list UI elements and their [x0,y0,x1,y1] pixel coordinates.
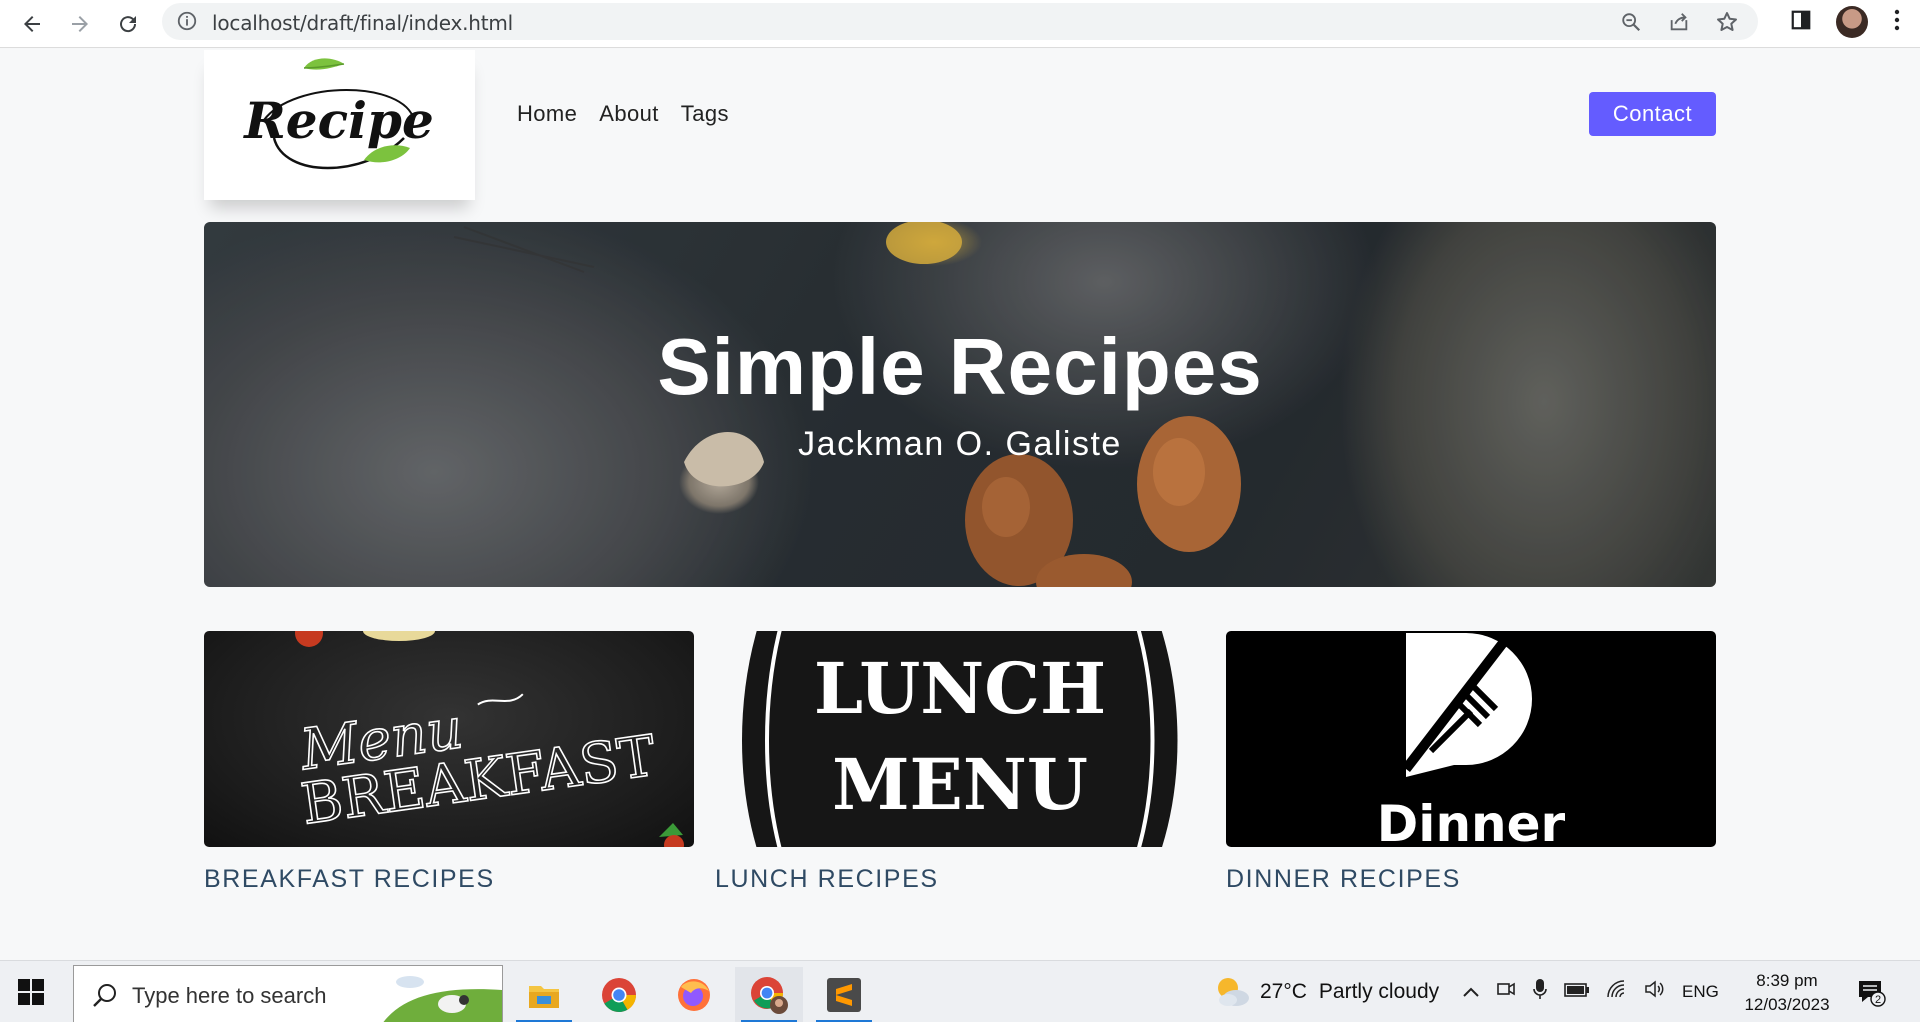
hero-title: Simple Recipes [657,322,1263,411]
notification-center-icon[interactable]: 2 [1856,977,1886,1007]
taskbar-file-explorer[interactable] [510,967,578,1022]
breakfast-menu-image[interactable]: Menu BREAKFAST [204,631,694,847]
profile-avatar[interactable] [1836,6,1868,38]
partly-cloudy-icon [1218,978,1249,1006]
breakfast-caption[interactable]: BREAKFAST RECIPES [204,865,694,894]
taskbar-sublime-text[interactable] [810,967,878,1022]
share-icon[interactable] [1666,10,1692,34]
hero-banner: Simple Recipes Jackman O. Galiste [204,222,1716,587]
windows-taskbar: Type here to search 27°C Partly cloudy E… [0,960,1920,1022]
zoom-icon[interactable] [1618,10,1644,34]
network-wifi-icon[interactable] [1606,979,1628,1005]
svg-text:Recipe: Recipe [242,91,434,150]
browser-toolbar: localhost/draft/final/index.html [0,0,1920,48]
battery-icon[interactable] [1564,980,1590,1004]
system-clock[interactable]: 8:39 pm 12/03/2023 [1732,969,1842,1017]
search-highlight-image [382,966,502,1022]
web-page: Recipe Home About Tags Contact Simple Re… [0,49,1920,960]
back-button[interactable] [16,8,48,40]
side-panel-icon[interactable] [1790,9,1812,36]
notification-count: 2 [1875,994,1881,1006]
taskbar-search-box[interactable]: Type here to search [73,965,503,1022]
search-icon [93,984,116,1007]
dinner-caption[interactable]: DINNER RECIPES [1226,865,1716,894]
svg-text:LUNCH: LUNCH [814,647,1106,730]
forward-button[interactable] [64,8,96,40]
taskbar-chrome-profile[interactable] [735,967,803,1022]
system-tray-icons: ENG [1462,961,1719,1022]
svg-text:MENU: MENU [832,743,1088,826]
weather-temperature: 27°C [1260,980,1307,1003]
chrome-profile-icon [751,977,788,1014]
svg-text:Dinner: Dinner [1377,795,1566,847]
firefox-icon [678,979,710,1011]
search-placeholder[interactable]: Type here to search [132,983,326,1009]
address-bar[interactable]: localhost/draft/final/index.html [162,3,1758,40]
recipe-logo-icon: Recipe [242,58,434,170]
clock-date: 12/03/2023 [1744,995,1830,1014]
language-indicator[interactable]: ENG [1682,982,1719,1002]
file-explorer-icon [529,986,559,1008]
site-info-icon[interactable] [176,10,198,32]
lunch-menu-image[interactable]: LUNCH MENU [715,631,1205,847]
back-arrow-icon [24,16,40,32]
windows-start-icon[interactable] [18,979,44,1005]
forward-arrow-icon [72,16,88,32]
dinner-menu-image[interactable]: Dinner [1226,631,1716,847]
reload-icon [120,16,137,33]
breakfast-card[interactable]: Menu BREAKFAST BREAKFAST RECIPES [204,631,694,894]
contact-button[interactable]: Contact [1589,92,1716,136]
url-text[interactable]: localhost/draft/final/index.html [212,11,513,35]
nav-about-link[interactable]: About [599,101,659,127]
reload-button[interactable] [112,8,144,40]
lunch-caption[interactable]: LUNCH RECIPES [715,865,1205,894]
taskbar-chrome[interactable] [585,967,653,1022]
hero-subtitle: Jackman O. Galiste [798,425,1122,463]
weather-widget[interactable]: 27°C Partly cloudy [1212,961,1439,1022]
dinner-card[interactable]: Dinner DINNER RECIPES [1226,631,1716,894]
meet-now-icon[interactable] [1496,979,1516,1005]
chrome-icon [602,978,636,1012]
nav-tags-link[interactable]: Tags [681,101,729,127]
sublime-text-icon [827,978,861,1012]
main-nav: Home About Tags [517,101,729,127]
lunch-card[interactable]: LUNCH MENU LUNCH RECIPES [715,631,1205,894]
volume-icon[interactable] [1644,979,1666,1005]
nav-home-link[interactable]: Home [517,101,577,127]
show-hidden-icons-chevron-icon[interactable] [1462,980,1480,1004]
weather-description: Partly cloudy [1318,980,1440,1003]
site-logo[interactable]: Recipe [204,50,475,200]
more-menu-icon[interactable] [1892,8,1902,37]
taskbar-firefox[interactable] [660,967,728,1022]
clock-time: 8:39 pm [1756,971,1818,990]
bookmark-star-icon[interactable] [1714,10,1740,34]
microphone-icon[interactable] [1532,978,1548,1006]
